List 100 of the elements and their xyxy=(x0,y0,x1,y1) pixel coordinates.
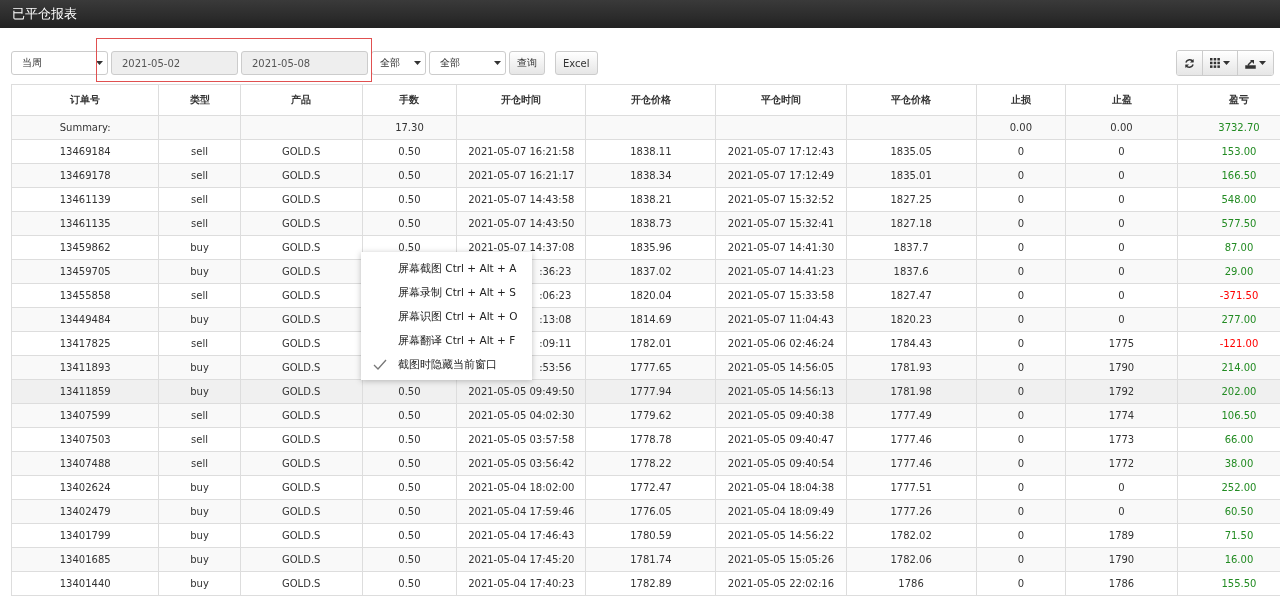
table-cell: 1827.18 xyxy=(846,211,977,236)
table-cell: 0.50 xyxy=(362,427,457,452)
table-cell: 13402479 xyxy=(11,499,159,524)
table-cell: GOLD.S xyxy=(240,523,363,548)
table-cell: buy xyxy=(158,523,241,548)
period-select[interactable]: 当周 xyxy=(11,51,108,75)
caret-icon xyxy=(1223,61,1230,65)
table-cell: 0 xyxy=(976,283,1066,308)
table-cell: 0 xyxy=(1065,187,1178,212)
column-header[interactable]: 止盈 xyxy=(1065,84,1178,116)
table-cell: 1792 xyxy=(1065,379,1178,404)
table-cell: GOLD.S xyxy=(240,403,363,428)
table-cell: 0.50 xyxy=(362,475,457,500)
table-cell: 1777.46 xyxy=(846,451,977,476)
table-cell: 0 xyxy=(976,163,1066,188)
start-date-field[interactable]: 2021-05-02 xyxy=(111,51,238,75)
table-cell: 2021-05-07 14:43:50 xyxy=(456,211,586,236)
table-cell: 1835.05 xyxy=(846,139,977,164)
table-cell: 13455858 xyxy=(11,283,159,308)
table-cell: buy xyxy=(158,475,241,500)
table-cell: 1782.89 xyxy=(585,571,716,596)
table-cell: 13469184 xyxy=(11,139,159,164)
table-cell: 1781.98 xyxy=(846,379,977,404)
table-cell: 0 xyxy=(976,547,1066,572)
table-cell: 1778.78 xyxy=(585,427,716,452)
table-cell: sell xyxy=(158,427,241,452)
column-header[interactable]: 类型 xyxy=(158,84,241,116)
table-cell: 1777.94 xyxy=(585,379,716,404)
table-cell: GOLD.S xyxy=(240,379,363,404)
table-cell: 0.50 xyxy=(362,547,457,572)
table-cell: 1777.26 xyxy=(846,499,977,524)
table-cell: 0.50 xyxy=(362,211,457,236)
filter-select[interactable]: 全部 xyxy=(429,51,506,75)
table-cell: 2021-05-04 18:09:49 xyxy=(715,499,847,524)
table-cell: 1790 xyxy=(1065,547,1178,572)
table-cell: 0 xyxy=(976,355,1066,380)
table-cell: 0 xyxy=(976,475,1066,500)
table-cell: 1838.11 xyxy=(585,139,716,164)
table-cell: Summary: xyxy=(11,115,159,140)
table-cell: 2021-05-07 16:21:58 xyxy=(456,139,586,164)
table-cell: 0.00 xyxy=(976,115,1066,140)
export-button[interactable] xyxy=(1238,51,1273,75)
query-button[interactable]: 查询 xyxy=(509,51,545,75)
table-cell: 38.00 xyxy=(1177,451,1280,476)
table-cell: 0 xyxy=(976,139,1066,164)
table-cell: GOLD.S xyxy=(240,139,363,164)
table-cell: 1789 xyxy=(1065,523,1178,548)
columns-button[interactable] xyxy=(1203,51,1238,75)
table-cell: 0 xyxy=(976,331,1066,356)
table-cell: sell xyxy=(158,331,241,356)
table-cell: 2021-05-07 11:04:43 xyxy=(715,307,847,332)
column-header[interactable]: 盈亏 xyxy=(1177,84,1280,116)
table-cell: 13461139 xyxy=(11,187,159,212)
column-header[interactable]: 开仓价格 xyxy=(585,84,716,116)
column-header[interactable]: 产品 xyxy=(240,84,363,116)
table-cell: 13407599 xyxy=(11,403,159,428)
table-cell: 1777.65 xyxy=(585,355,716,380)
table-cell: 1781.74 xyxy=(585,547,716,572)
caret-icon xyxy=(96,61,103,65)
table-cell: buy xyxy=(158,235,241,260)
table-cell: 13401799 xyxy=(11,523,159,548)
table-cell: 13459705 xyxy=(11,259,159,284)
table-cell: 2021-05-04 17:46:43 xyxy=(456,523,586,548)
table-cell: 1838.73 xyxy=(585,211,716,236)
table-cell: sell xyxy=(158,139,241,164)
table-cell: 1837.6 xyxy=(846,259,977,284)
table-cell: 13449484 xyxy=(11,307,159,332)
filter-select[interactable]: 全部 xyxy=(371,51,426,75)
table-cell: 0 xyxy=(976,523,1066,548)
table-cell: 214.00 xyxy=(1177,355,1280,380)
table-cell: 2021-05-04 17:59:46 xyxy=(456,499,586,524)
table-cell: 13459862 xyxy=(11,235,159,260)
column-header[interactable]: 订单号 xyxy=(11,84,159,116)
refresh-button[interactable] xyxy=(1177,51,1203,75)
table-cell: 1786 xyxy=(846,571,977,596)
table-cell: 1835.01 xyxy=(846,163,977,188)
table-cell: 13402624 xyxy=(11,475,159,500)
column-header[interactable]: 手数 xyxy=(362,84,457,116)
table-cell: GOLD.S xyxy=(240,259,363,284)
table-cell: 0.50 xyxy=(362,451,457,476)
excel-button[interactable]: Excel xyxy=(555,51,598,75)
table-cell: 0 xyxy=(1065,499,1178,524)
table-cell: 0.50 xyxy=(362,379,457,404)
table-cell: 0.50 xyxy=(362,139,457,164)
end-date-field[interactable]: 2021-05-08 xyxy=(241,51,368,75)
table-cell: 0 xyxy=(976,379,1066,404)
table-cell: 2021-05-07 15:32:52 xyxy=(715,187,847,212)
table-cell: 1835.96 xyxy=(585,235,716,260)
grid-icon xyxy=(1210,58,1220,68)
table-cell: GOLD.S xyxy=(240,187,363,212)
column-header[interactable]: 止损 xyxy=(976,84,1066,116)
table-cell: 1786 xyxy=(1065,571,1178,596)
table-cell: 2021-05-05 03:57:58 xyxy=(456,427,586,452)
column-header[interactable]: 平仓时间 xyxy=(715,84,847,116)
table-cell: GOLD.S xyxy=(240,163,363,188)
column-header[interactable]: 开仓时间 xyxy=(456,84,586,116)
column-header[interactable]: 平仓价格 xyxy=(846,84,977,116)
table-cell: 13411893 xyxy=(11,355,159,380)
table-cell: 1777.46 xyxy=(846,427,977,452)
table-cell: 0 xyxy=(1065,475,1178,500)
